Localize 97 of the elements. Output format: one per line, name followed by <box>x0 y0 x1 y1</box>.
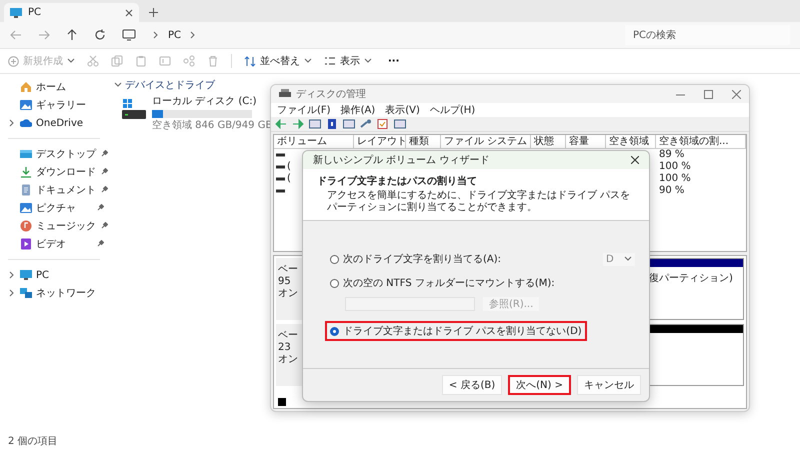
clipboard-icon[interactable] <box>135 55 147 67</box>
collapse-chevron-icon[interactable] <box>114 81 122 89</box>
document-icon <box>20 184 32 196</box>
back-arrow-icon[interactable] <box>275 119 287 129</box>
drive-name: ローカル ディスク (C:) <box>152 96 258 108</box>
sort-icon <box>244 56 256 66</box>
list-icon <box>324 56 336 66</box>
column-header[interactable]: 空き領域 <box>606 135 656 148</box>
table-cell: ( <box>287 173 291 185</box>
monitor-icon[interactable] <box>122 29 136 41</box>
sidebar-item[interactable]: ピクチャ <box>0 199 108 217</box>
radio-button[interactable] <box>330 326 339 336</box>
dialog-button[interactable]: < 戻る(B) <box>442 375 502 395</box>
drive-icon <box>122 99 146 121</box>
download-icon <box>20 166 32 178</box>
monitor-icon <box>10 7 22 18</box>
window-icon[interactable] <box>309 119 321 129</box>
column-header[interactable]: 容量 <box>566 135 606 148</box>
disk-label: ベー 95 オン <box>276 258 302 320</box>
table-cell-text: 89 % <box>658 149 686 161</box>
view-button[interactable]: 表示 <box>324 54 372 68</box>
check-page-icon[interactable] <box>377 119 389 129</box>
maximize-icon[interactable] <box>704 90 713 98</box>
window-icon[interactable] <box>394 119 406 129</box>
table-cell-text: 100 % <box>658 161 692 173</box>
page-heading: ドライブ文字またはパスの割り当て <box>317 175 478 188</box>
pin-icon[interactable] <box>100 222 108 230</box>
sidebar-item[interactable]: ホーム <box>0 78 108 96</box>
sidebar-item[interactable]: ネットワーク <box>0 284 108 302</box>
column-header[interactable]: レイアウト <box>354 135 406 148</box>
forward-arrow-icon[interactable] <box>292 119 304 129</box>
search-field[interactable]: PCの検索 <box>625 25 790 45</box>
expand-chevron-icon[interactable] <box>8 271 16 279</box>
menu-item[interactable]: 表示(V) <box>385 103 420 117</box>
menu-item[interactable]: 操作(A) <box>340 103 376 117</box>
table-cell-text: 90 % <box>658 185 686 197</box>
breadcrumb-item[interactable]: PC <box>168 30 182 40</box>
sidebar-item[interactable]: ビデオ <box>0 235 108 253</box>
sidebar-item[interactable]: ギャラリー <box>0 96 108 114</box>
dialog-title: 新しいシンプル ボリューム ウィザード <box>313 154 490 167</box>
tab-title: PC <box>28 7 42 18</box>
pin-icon[interactable] <box>100 168 108 176</box>
menu-item[interactable]: ヘルプ(H) <box>430 103 476 117</box>
page-description: アクセスを簡単にするために、ドライブ文字またはドライブ パスをパーティションに割り当てることができます。 <box>326 190 632 214</box>
picture-icon <box>20 202 32 214</box>
dialog-button[interactable]: 次へ(N) > <box>508 375 571 395</box>
sidebar-item[interactable]: ドキュメント <box>0 181 108 199</box>
pin-icon[interactable] <box>100 186 108 194</box>
pin-icon[interactable] <box>96 240 104 248</box>
partition-label: 復パーティション) <box>648 272 734 285</box>
sort-button[interactable]: 並べ替え <box>244 54 312 68</box>
option-label[interactable]: ドライブ文字またはドライブ パスを割り当てない(D) <box>343 324 582 338</box>
up-arrow-icon[interactable] <box>66 29 78 41</box>
sidebar-item[interactable]: デスクトップ <box>0 145 108 163</box>
chevron-icon[interactable] <box>189 31 198 39</box>
refresh-icon[interactable] <box>94 29 106 41</box>
disk-drive-icon <box>279 89 291 99</box>
plus-circle-icon <box>8 56 19 66</box>
more-button[interactable]: ··· <box>384 56 404 66</box>
disk-label: ベー 23 オン <box>276 324 302 386</box>
column-header[interactable]: ファイル システム <box>441 135 531 148</box>
close-icon[interactable] <box>125 8 133 16</box>
sidebar-item[interactable]: OneDrive <box>0 114 108 132</box>
desktop-icon <box>20 148 32 160</box>
status-text: 2 個の項目 <box>7 435 59 449</box>
close-icon[interactable] <box>631 156 639 164</box>
monitor-icon <box>20 269 32 281</box>
caret-icon[interactable] <box>364 57 372 65</box>
dialog-button[interactable]: キャンセル <box>577 375 641 395</box>
expand-chevron-icon[interactable] <box>8 119 16 127</box>
network-icon <box>20 287 32 299</box>
sidebar-item[interactable]: ダウンロード <box>0 163 108 181</box>
table-cell: ( <box>287 161 291 173</box>
pin-icon[interactable] <box>100 150 108 158</box>
cloud-icon <box>20 117 32 129</box>
browser-tab[interactable]: PC <box>4 3 139 22</box>
picture-icon <box>20 99 32 111</box>
column-header[interactable]: 空き領域の割... <box>656 135 746 148</box>
table-cell-text: 100 % <box>658 173 692 185</box>
column-header[interactable]: 状態 <box>531 135 566 148</box>
house-icon <box>20 81 32 93</box>
sidebar-item[interactable]: PC <box>0 266 108 284</box>
chevron-icon[interactable] <box>152 31 160 39</box>
window-icon[interactable] <box>343 119 355 129</box>
window-title: ディスクの管理 <box>296 88 366 101</box>
column-header[interactable]: 種類 <box>406 135 441 148</box>
expand-chevron-icon[interactable] <box>8 289 16 297</box>
column-header[interactable]: ボリューム <box>274 135 354 148</box>
pin-icon[interactable] <box>96 204 104 212</box>
video-icon <box>20 238 32 250</box>
sidebar-item[interactable]: ミュージック <box>0 217 108 235</box>
caret-icon[interactable] <box>67 57 75 65</box>
legend-swatch-icon <box>278 398 286 406</box>
menu-item[interactable]: ファイル(F) <box>277 103 331 117</box>
section-header[interactable]: デバイスとドライブ <box>114 78 215 92</box>
caret-icon[interactable] <box>304 57 312 65</box>
plus-icon[interactable] <box>149 8 158 17</box>
